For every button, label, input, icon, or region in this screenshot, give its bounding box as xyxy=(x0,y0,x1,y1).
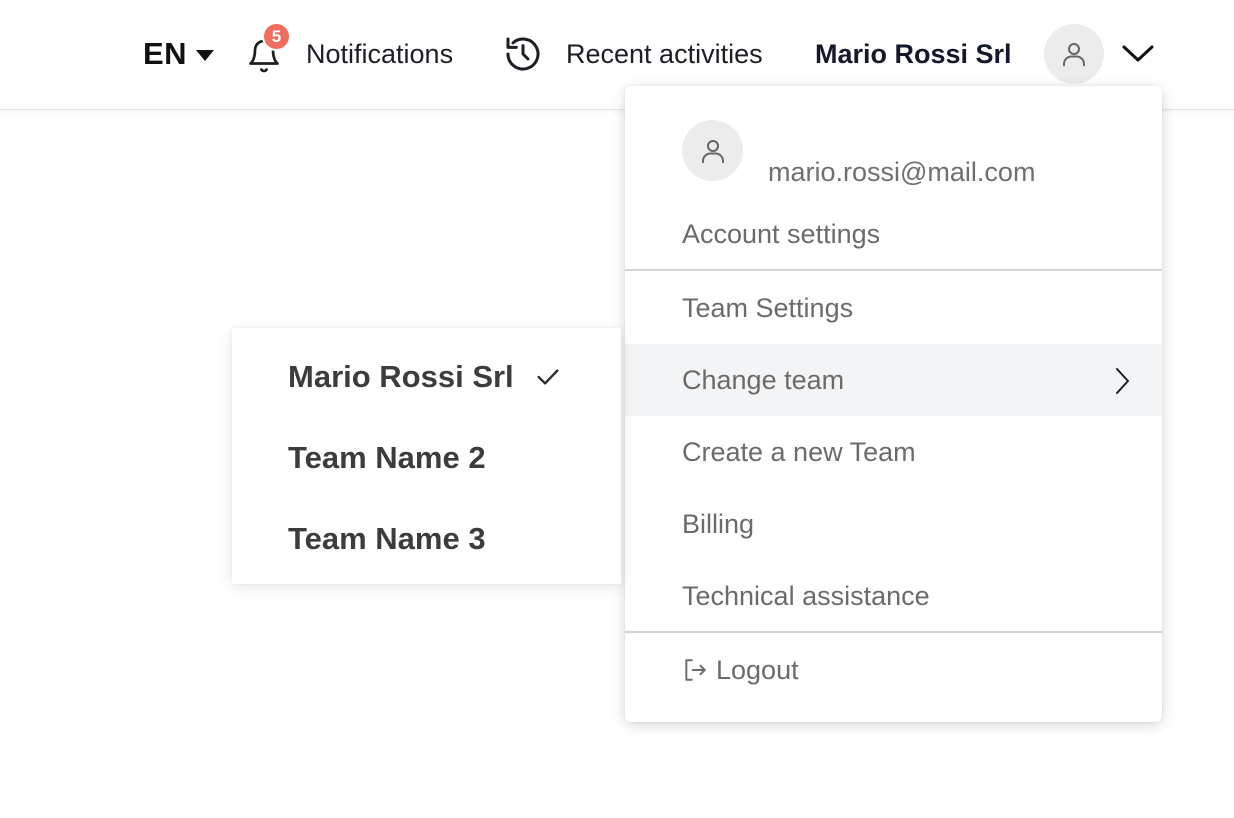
change-team-label: Change team xyxy=(682,364,845,395)
notification-badge: 5 xyxy=(262,22,291,51)
user-icon xyxy=(698,136,728,166)
notifications-label: Notifications xyxy=(306,38,454,69)
technical-assistance-item[interactable]: Technical assistance xyxy=(625,560,1162,632)
history-icon xyxy=(503,34,543,74)
team-item-team-name-3[interactable]: Team Name 3 xyxy=(288,514,486,564)
chevron-down-icon[interactable] xyxy=(1121,40,1155,66)
team-item-team-name-2[interactable]: Team Name 2 xyxy=(288,433,486,483)
logout-icon xyxy=(682,657,708,683)
team-item-mario-rossi-srl[interactable]: Mario Rossi Srl xyxy=(288,352,562,402)
recent-activities-label: Recent activities xyxy=(566,38,763,69)
recent-activities-button[interactable]: Recent activities xyxy=(503,34,763,74)
billing-item[interactable]: Billing xyxy=(625,488,1162,560)
notifications-button[interactable]: 5 Notifications xyxy=(244,22,454,78)
company-name: Mario Rossi Srl xyxy=(815,38,1012,69)
team-name-label: Mario Rossi Srl xyxy=(288,359,514,394)
caret-down-icon xyxy=(196,49,215,61)
chevron-right-icon xyxy=(1112,366,1132,403)
avatar[interactable] xyxy=(1044,24,1104,84)
logout-item[interactable]: Logout xyxy=(625,634,1162,706)
team-settings-item[interactable]: Team Settings xyxy=(625,272,1162,344)
team-name-label: Team Name 3 xyxy=(288,521,486,556)
change-team-item[interactable]: Change team xyxy=(625,344,1162,416)
language-selector[interactable]: EN xyxy=(143,34,215,74)
account-dropdown-menu: mario.rossi@mail.com Account settings Te… xyxy=(625,86,1162,722)
team-submenu: Mario Rossi Srl Team Name 2 Team Name 3 xyxy=(232,328,621,584)
divider xyxy=(625,631,1162,633)
logout-label: Logout xyxy=(716,654,799,685)
language-label: EN xyxy=(143,36,188,71)
user-email: mario.rossi@mail.com xyxy=(768,157,1036,187)
account-settings-item[interactable]: Account settings xyxy=(625,198,1162,270)
check-icon xyxy=(534,363,562,391)
divider xyxy=(625,269,1162,271)
create-team-item[interactable]: Create a new Team xyxy=(625,416,1162,488)
avatar xyxy=(682,120,743,181)
user-icon xyxy=(1059,39,1089,69)
team-name-label: Team Name 2 xyxy=(288,440,486,475)
bell-icon: 5 xyxy=(244,22,291,78)
